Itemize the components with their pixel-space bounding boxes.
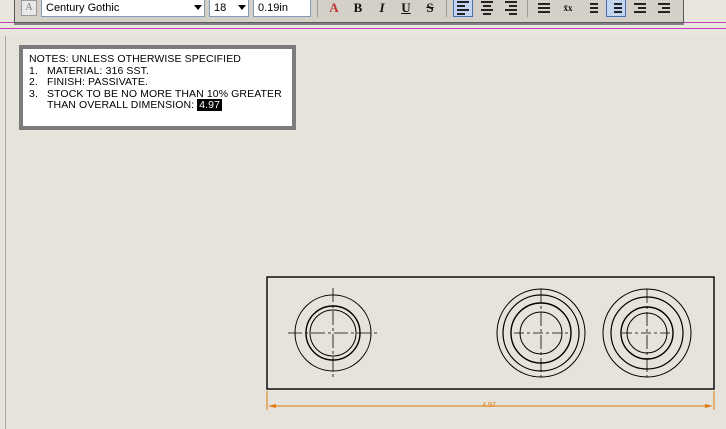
hole-feature-2[interactable] <box>496 288 586 378</box>
overall-dimension[interactable]: 4.97 <box>266 391 715 410</box>
drawing-view: 4.97 <box>266 276 715 410</box>
hole-feature-3[interactable] <box>602 288 692 378</box>
hole-feature-1[interactable] <box>288 288 378 378</box>
dimension-label[interactable]: 4.97 <box>482 402 496 409</box>
